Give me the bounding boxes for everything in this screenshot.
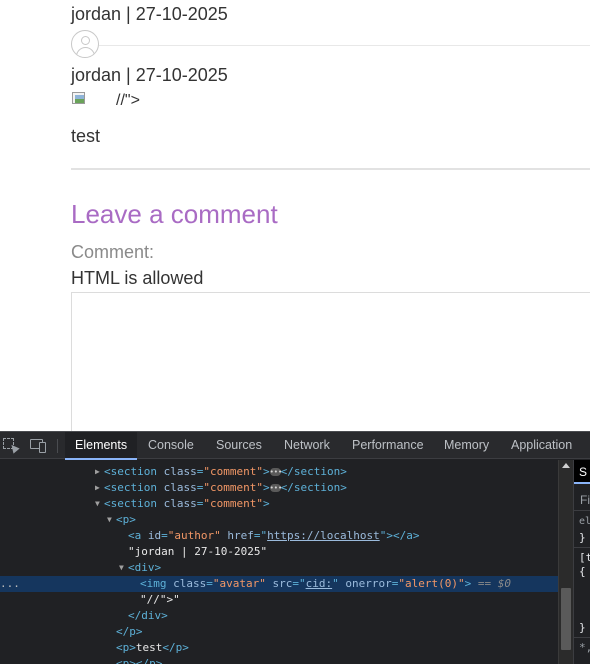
tab-sources[interactable]: Sources bbox=[206, 432, 272, 459]
style-brace: } bbox=[579, 531, 586, 544]
dom-text-node[interactable]: "//">" bbox=[0, 592, 558, 608]
styles-pane: S Fi el } [t { } *, bbox=[573, 460, 590, 664]
tab-network[interactable]: Network bbox=[274, 432, 340, 459]
default-avatar-icon bbox=[71, 30, 99, 58]
divider bbox=[99, 45, 590, 46]
tab-application[interactable]: Application bbox=[501, 432, 582, 459]
dom-close-div[interactable]: </div> bbox=[0, 608, 558, 624]
style-selector: *, bbox=[579, 641, 590, 654]
dom-node-a[interactable]: <a id="author" href="https://localhost">… bbox=[0, 528, 558, 544]
dom-scrollbar[interactable] bbox=[558, 460, 573, 664]
dom-node-p[interactable]: ▼ <p> bbox=[0, 512, 558, 528]
style-brace: } bbox=[579, 621, 586, 634]
element-style-label: el bbox=[579, 516, 590, 527]
page-content: jordan | 27-10-2025 jordan | 27-10-2025 … bbox=[0, 0, 590, 431]
dom-tree: ▶ <section class="comment">•••</section>… bbox=[0, 460, 558, 664]
scroll-up-icon[interactable] bbox=[562, 463, 570, 468]
comment-body: test bbox=[71, 126, 101, 146]
dom-node-img-selected[interactable]: ... <img class="avatar" src="cid:" onerr… bbox=[0, 576, 558, 592]
inspect-element-icon[interactable] bbox=[3, 438, 20, 454]
dom-node-p[interactable]: <p></p> bbox=[0, 656, 558, 664]
device-toolbar-icon[interactable] bbox=[30, 438, 46, 453]
tab-elements[interactable]: Elements bbox=[65, 432, 138, 460]
devtools-toolbar: Elements Console Sources Network Perform… bbox=[0, 432, 590, 460]
devtools-panel: Elements Console Sources Network Perform… bbox=[0, 431, 590, 664]
dom-node-div[interactable]: ▼ <div> bbox=[0, 560, 558, 576]
scrollbar-thumb[interactable] bbox=[561, 588, 571, 650]
section-divider bbox=[71, 168, 590, 170]
tab-memory[interactable]: Memory bbox=[434, 432, 499, 459]
styles-filter-input[interactable]: Fi bbox=[580, 493, 590, 507]
dom-link[interactable]: https://localhost bbox=[267, 529, 380, 542]
html-allowed-hint: HTML is allowed bbox=[71, 268, 204, 288]
comment-textarea[interactable] bbox=[71, 292, 590, 431]
style-selector: [t bbox=[579, 551, 590, 564]
tab-console[interactable]: Console bbox=[138, 432, 204, 459]
comment-meta: jordan | 27-10-2025 bbox=[71, 65, 228, 85]
injected-text: //"> bbox=[116, 92, 140, 109]
comment-label: Comment: bbox=[71, 242, 155, 262]
dom-close-p[interactable]: </p> bbox=[0, 624, 558, 640]
style-brace: { bbox=[579, 565, 586, 578]
toolbar-separator bbox=[57, 439, 58, 453]
leave-comment-heading: Leave a comment bbox=[71, 199, 278, 229]
tab-styles[interactable]: S bbox=[574, 460, 590, 484]
dom-node-section[interactable]: ▶ <section class="comment">•••</section> bbox=[0, 480, 558, 496]
dom-node-section-expanded[interactable]: ▼ <section class="comment"> bbox=[0, 496, 558, 512]
dom-node-section[interactable]: ▶ <section class="comment">•••</section> bbox=[0, 464, 558, 480]
broken-image-icon bbox=[71, 91, 87, 107]
tab-performance[interactable]: Performance bbox=[342, 432, 434, 459]
dom-node-p[interactable]: <p>test</p> bbox=[0, 640, 558, 656]
dom-text-node[interactable]: "jordan | 27-10-2025" bbox=[0, 544, 558, 560]
comment-meta: jordan | 27-10-2025 bbox=[71, 4, 228, 24]
